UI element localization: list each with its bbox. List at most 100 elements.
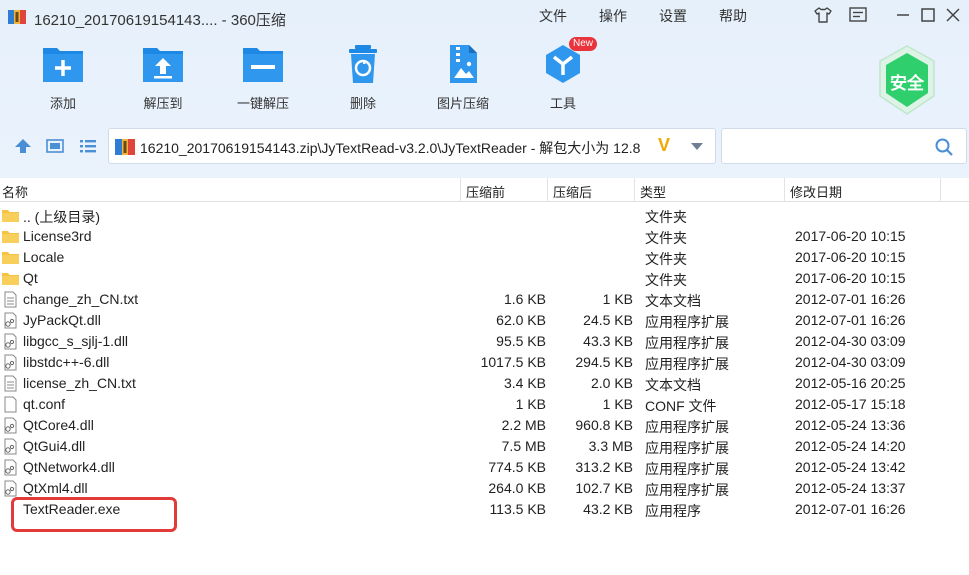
file-date: 2012-05-17 15:18	[795, 396, 906, 412]
file-size: 3.4 KB	[503, 375, 546, 391]
file-date: 2012-05-24 14:20	[795, 438, 906, 454]
delete-icon	[349, 45, 377, 83]
file-size: 7.5 MB	[501, 438, 546, 454]
thumbnail-view-icon[interactable]	[45, 137, 65, 155]
search-icon[interactable]	[934, 137, 954, 157]
column-separator[interactable]	[460, 178, 461, 202]
text-file-icon	[4, 291, 17, 308]
up-level-icon[interactable]	[13, 137, 33, 155]
file-name: libgcc_s_sjlj-1.dll	[23, 333, 129, 349]
file-row[interactable]: libstdc++-6.dll 1017.5 KB 294.5 KB 应用程序扩…	[0, 352, 969, 373]
tools-button[interactable]: 工具	[523, 42, 603, 114]
image-compress-button[interactable]: 图片压缩	[423, 42, 503, 114]
file-type: 应用程序扩展	[645, 440, 729, 456]
file-date: 2012-05-24 13:42	[795, 459, 906, 475]
feedback-icon[interactable]	[848, 6, 868, 24]
file-packed-size: 3.3 MB	[588, 438, 633, 454]
dll-file-icon	[4, 333, 17, 350]
minimize-icon[interactable]	[892, 4, 914, 26]
folder-icon	[2, 252, 19, 264]
archive-path: 16210_20170619154143.zip\JyTextRead-v3.2…	[140, 140, 641, 156]
text-file-icon	[4, 375, 17, 392]
add-button[interactable]: 添加	[23, 42, 103, 114]
file-name: change_zh_CN.txt	[23, 291, 139, 307]
file-row[interactable]: .. (上级目录) 文件夹	[0, 205, 969, 226]
maximize-icon[interactable]	[917, 4, 939, 26]
column-size[interactable]: 压缩前	[466, 182, 505, 201]
file-name: QtNetwork4.dll	[23, 459, 115, 475]
column-name[interactable]: 名称	[2, 182, 28, 201]
file-row[interactable]: QtGui4.dll 7.5 MB 3.3 MB 应用程序扩展 2012-05-…	[0, 436, 969, 457]
file-name: libstdc++-6.dll	[23, 354, 110, 370]
file-type: 应用程序扩展	[645, 356, 729, 372]
highlight-annotation	[11, 497, 177, 532]
address-bar[interactable]: 16210_20170619154143.zip\JyTextRead-v3.2…	[108, 128, 716, 164]
file-name: License3rd	[23, 228, 92, 244]
archive-app-icon	[8, 10, 26, 24]
app-window: 16210_20170619154143.... - 360压缩 文件 操作 设…	[0, 0, 969, 575]
file-row[interactable]: QtNetwork4.dll 774.5 KB 313.2 KB 应用程序扩展 …	[0, 457, 969, 478]
file-size: 1017.5 KB	[480, 354, 546, 370]
file-row[interactable]: qt.conf 1 KB 1 KB CONF 文件 2012-05-17 15:…	[0, 394, 969, 415]
one-click-extract-button[interactable]: 一键解压	[223, 42, 303, 114]
file-packed-size: 43.3 KB	[583, 333, 633, 349]
file-row[interactable]: license_zh_CN.txt 3.4 KB 2.0 KB 文本文档 201…	[0, 373, 969, 394]
file-row[interactable]: Qt 文件夹 2017-06-20 10:15	[0, 268, 969, 289]
file-size: 62.0 KB	[496, 312, 546, 328]
list-header: 名称 压缩前 压缩后 类型 修改日期	[0, 178, 969, 202]
file-row[interactable]: Locale 文件夹 2017-06-20 10:15	[0, 247, 969, 268]
column-separator[interactable]	[634, 178, 635, 202]
delete-button[interactable]: 删除	[323, 42, 403, 114]
column-packed[interactable]: 压缩后	[553, 182, 592, 201]
tools-label: 工具	[549, 96, 576, 111]
dll-file-icon	[4, 417, 17, 434]
file-date: 2012-05-16 20:25	[795, 375, 906, 391]
file-row[interactable]: License3rd 文件夹 2017-06-20 10:15	[0, 226, 969, 247]
file-row[interactable]: JyPackQt.dll 62.0 KB 24.5 KB 应用程序扩展 2012…	[0, 310, 969, 331]
skin-shirt-icon[interactable]	[813, 6, 833, 24]
file-date: 2017-06-20 10:15	[795, 228, 906, 244]
menu-file[interactable]: 文件	[539, 6, 567, 26]
file-packed-size: 960.8 KB	[575, 417, 633, 433]
extract-to-label: 解压到	[143, 96, 183, 111]
file-size: 2.2 MB	[501, 417, 546, 433]
file-date: 2017-06-20 10:15	[795, 270, 906, 286]
file-type: 文件夹	[645, 251, 687, 267]
column-separator[interactable]	[784, 178, 785, 202]
column-date[interactable]: 修改日期	[790, 182, 842, 201]
file-row[interactable]: QtXml4.dll 264.0 KB 102.7 KB 应用程序扩展 2012…	[0, 478, 969, 499]
file-packed-size: 1 KB	[602, 396, 633, 412]
column-separator[interactable]	[547, 178, 548, 202]
file-name: QtCore4.dll	[23, 417, 94, 433]
file-row[interactable]: QtCore4.dll 2.2 MB 960.8 KB 应用程序扩展 2012-…	[0, 415, 969, 436]
file-row[interactable]: change_zh_CN.txt 1.6 KB 1 KB 文本文档 2012-0…	[0, 289, 969, 310]
file-name: JyPackQt.dll	[23, 312, 101, 328]
file-type: 应用程序扩展	[645, 482, 729, 498]
menu-operation[interactable]: 操作	[599, 6, 627, 26]
dll-file-icon	[4, 312, 17, 329]
file-size: 774.5 KB	[488, 459, 546, 475]
blank-file-icon	[4, 396, 17, 413]
folder-icon	[2, 231, 19, 243]
menu-help[interactable]: 帮助	[719, 6, 747, 26]
path-dropdown-icon[interactable]	[691, 143, 703, 150]
add-icon	[43, 48, 83, 82]
column-type[interactable]: 类型	[640, 182, 666, 201]
security-shield[interactable]: 安全	[876, 44, 938, 116]
column-separator[interactable]	[940, 178, 941, 202]
extract-to-button[interactable]: 解压到	[123, 42, 203, 114]
search-input[interactable]	[728, 135, 928, 157]
one-click-extract-label: 一键解压	[236, 96, 289, 111]
list-view-icon[interactable]	[78, 137, 98, 155]
new-badge: New	[569, 37, 598, 51]
file-packed-size: 2.0 KB	[590, 375, 633, 391]
file-type: 应用程序扩展	[645, 461, 729, 477]
menu-settings[interactable]: 设置	[659, 6, 687, 26]
search-box[interactable]	[721, 128, 967, 164]
file-size: 1 KB	[515, 396, 546, 412]
file-date: 2012-05-24 13:36	[795, 417, 906, 433]
file-row[interactable]: libgcc_s_sjlj-1.dll 95.5 KB 43.3 KB 应用程序…	[0, 331, 969, 352]
close-icon[interactable]	[942, 4, 964, 26]
file-packed-size: 1 KB	[602, 291, 633, 307]
file-type: 应用程序扩展	[645, 419, 729, 435]
